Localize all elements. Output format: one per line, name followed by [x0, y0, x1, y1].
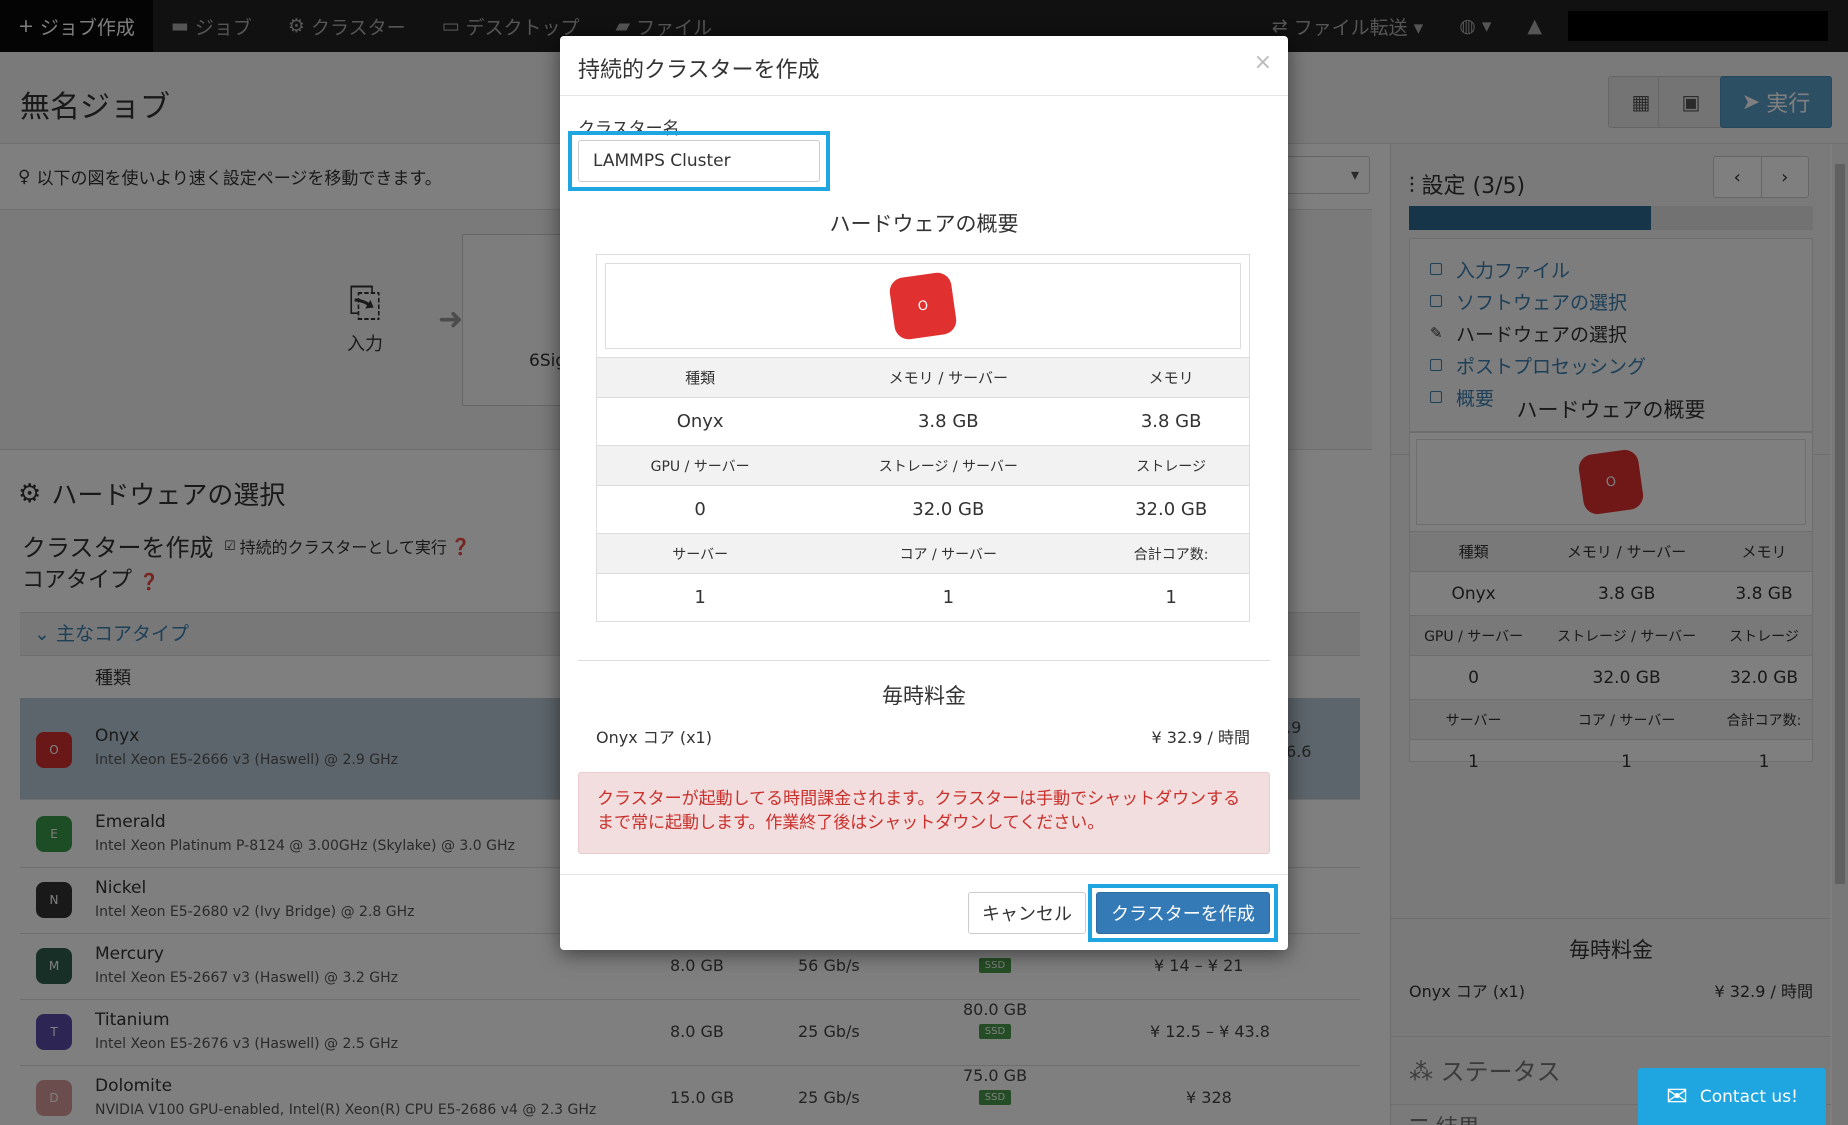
contact-us-button[interactable]: ✉ Contact us! — [1638, 1068, 1826, 1125]
spec-header: 合計コア数: — [1093, 533, 1249, 574]
cluster-name-input[interactable] — [578, 140, 820, 182]
modal-hw-summary-title: ハードウェアの概要 — [829, 212, 1019, 236]
cancel-button[interactable]: キャンセル — [968, 892, 1086, 934]
modal-hourly-title: 毎時料金 — [882, 684, 966, 708]
close-icon[interactable]: × — [1254, 50, 1272, 75]
envelope-icon: ✉ — [1666, 1081, 1688, 1112]
spec-header: メモリ / サーバー — [803, 357, 1094, 398]
create-cluster-button[interactable]: クラスターを作成 — [1096, 892, 1270, 934]
spec-header: GPU / サーバー — [597, 445, 804, 486]
create-persistent-cluster-modal: 持続的クラスターを作成 × クラスター名 ハードウェアの概要 O 種類メモリ /… — [560, 36, 1288, 950]
spec-value: 3.8 GB — [1093, 397, 1249, 446]
spec-header: メモリ — [1093, 357, 1249, 398]
core-icon-wrap: O — [605, 263, 1241, 349]
contact-label: Contact us! — [1699, 1086, 1798, 1107]
spec-header: ストレージ / サーバー — [803, 445, 1094, 486]
onyx-core-icon: O — [887, 270, 959, 342]
billing-warning-alert: クラスターが起動してる時間課金されます。クラスターは手動でシャットダウンするまで… — [578, 772, 1270, 854]
modal-price-row: Onyx コア (x1) ¥ 32.9 / 時間 — [596, 724, 1250, 748]
modal-spec-table: 種類 メモリ / サーバー メモリ Onyx 3.8 GB 3.8 GB GPU / サ… — [597, 357, 1249, 622]
spec-value: Onyx — [597, 397, 804, 446]
spec-header: ストレージ — [1093, 445, 1249, 486]
divider — [578, 660, 1270, 661]
modal-title: 持続的クラスターを作成 — [578, 58, 820, 83]
spec-value: 3.8 GB — [803, 397, 1094, 446]
spec-value: 1 — [597, 573, 804, 622]
spec-value: 1 — [1093, 573, 1249, 622]
spec-value: 32.0 GB — [1093, 485, 1249, 534]
spec-value: 1 — [803, 573, 1094, 622]
spec-header: 種類 — [597, 357, 804, 398]
spec-value: 0 — [597, 485, 804, 534]
spec-header: サーバー — [597, 533, 804, 574]
spec-header: コア / サーバー — [803, 533, 1094, 574]
price-item: Onyx コア (x1) — [596, 728, 712, 747]
price-value: ¥ 32.9 / 時間 — [1151, 728, 1250, 747]
modal-hw-summary: O 種類 メモリ / サーバー メモリ Onyx 3.8 GB 3.8 GB GPU /… — [596, 254, 1250, 622]
modal-header: 持続的クラスターを作成 × — [560, 36, 1288, 96]
spec-value: 32.0 GB — [803, 485, 1094, 534]
